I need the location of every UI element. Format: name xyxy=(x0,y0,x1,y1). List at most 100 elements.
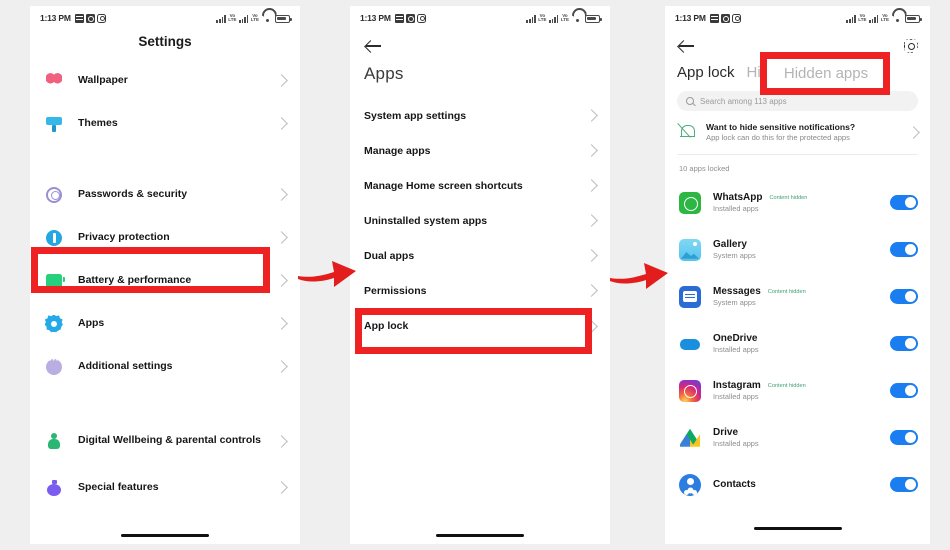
settings-gear-icon[interactable] xyxy=(904,39,918,53)
home-indicator[interactable] xyxy=(30,534,300,537)
chevron-right-icon xyxy=(275,481,288,494)
app-lock-toggle[interactable] xyxy=(890,430,918,446)
list-item-whatsapp[interactable]: WhatsApp Content hidden Installed apps xyxy=(665,179,930,226)
digital-wellbeing-icon xyxy=(46,433,62,449)
list-item-label: Permissions xyxy=(364,284,427,297)
volte-icon: Vo LTE xyxy=(228,12,237,22)
chevron-right-icon xyxy=(585,109,598,122)
signal-icon xyxy=(238,14,249,23)
app-category: Installed apps xyxy=(713,345,759,355)
flow-arrow-2 xyxy=(610,263,668,289)
status-time: 1:13 PM xyxy=(360,13,391,23)
sidebar-item-digital-wellbeing[interactable]: Digital Wellbeing & parental controls xyxy=(30,416,300,466)
sms-icon xyxy=(74,13,84,23)
list-item-onedrive[interactable]: OneDrive Installed apps xyxy=(665,320,930,367)
instagram-icon xyxy=(731,13,741,23)
volte-icon: Vo LTE xyxy=(560,12,569,22)
app-lock-toggle[interactable] xyxy=(890,242,918,258)
list-item-label: Dual apps xyxy=(364,249,415,262)
list-item-system-app-settings[interactable]: System app settings xyxy=(350,98,610,133)
list-item-label: Manage Home screen shortcuts xyxy=(364,179,523,192)
additional-settings-icon xyxy=(46,355,62,375)
status-time: 1:13 PM xyxy=(40,13,71,23)
chevron-right-icon xyxy=(275,274,288,287)
tab-hidden-apps-highlighted[interactable]: Hidden apps xyxy=(770,59,882,87)
privacy-protection-icon xyxy=(46,229,62,246)
app-lock-toggle[interactable] xyxy=(890,289,918,305)
back-arrow-icon[interactable] xyxy=(677,36,697,56)
locked-apps-count: 10 apps locked xyxy=(679,164,730,174)
sidebar-item-special-features[interactable]: Special features xyxy=(30,466,300,509)
search-placeholder: Search among 113 apps xyxy=(700,96,787,106)
app-category: Installed apps xyxy=(713,439,759,449)
home-indicator[interactable] xyxy=(665,527,930,530)
list-item-drive[interactable]: Drive Installed apps xyxy=(665,414,930,461)
sidebar-item-label: Additional settings xyxy=(78,359,173,372)
list-item-instagram[interactable]: Instagram Content hidden Installed apps xyxy=(665,367,930,414)
app-category: Installed apps xyxy=(713,392,759,402)
home-indicator[interactable] xyxy=(350,534,610,537)
signal-icon xyxy=(216,14,226,23)
list-item-contacts[interactable]: Contacts xyxy=(665,461,930,508)
camera-icon xyxy=(405,13,415,23)
status-bar-right: Vo LTE Vo LTE xyxy=(526,12,602,23)
list-item-manage-home-screen-shortcuts[interactable]: Manage Home screen shortcuts xyxy=(350,168,610,203)
sidebar-item-label: Special features xyxy=(78,480,159,493)
app-lock-toggle[interactable] xyxy=(890,195,918,211)
chevron-right-icon xyxy=(585,144,598,157)
chevron-right-icon xyxy=(585,284,598,297)
app-category: System apps xyxy=(713,298,756,308)
banner-title: Want to hide sensitive notifications? xyxy=(706,122,856,132)
flow-arrow-1 xyxy=(298,261,356,287)
sidebar-item-label: Digital Wellbeing & parental controls xyxy=(78,434,261,447)
sidebar-item-apps[interactable]: Apps xyxy=(30,302,300,345)
app-category: Installed apps xyxy=(713,204,759,214)
sidebar-item-themes[interactable]: Themes xyxy=(30,102,300,145)
drive-icon xyxy=(679,426,701,449)
camera-icon xyxy=(85,13,95,23)
sidebar-item-label: Passwords & security xyxy=(78,187,188,200)
sidebar-item-wallpaper[interactable]: Wallpaper xyxy=(30,59,300,102)
sidebar-item-label: Privacy protection xyxy=(78,230,170,243)
section-divider xyxy=(30,388,300,416)
list-item-dual-apps[interactable]: Dual apps xyxy=(350,238,610,273)
chevron-right-icon xyxy=(907,126,920,139)
highlight-box-apps xyxy=(31,247,270,293)
wallpaper-icon xyxy=(46,72,62,89)
status-bar-left: 1:13 PM xyxy=(360,13,426,23)
chevron-right-icon xyxy=(585,214,598,227)
gallery-icon xyxy=(679,238,701,261)
app-lock-toggle[interactable] xyxy=(890,477,918,493)
sensitive-notifications-banner[interactable]: Want to hide sensitive notifications? Ap… xyxy=(665,111,930,154)
instagram-icon xyxy=(416,13,426,23)
list-item-messages[interactable]: Messages Content hidden System apps xyxy=(665,273,930,320)
list-item-uninstalled-system-apps[interactable]: Uninstalled system apps xyxy=(350,203,610,238)
search-icon xyxy=(686,97,694,105)
app-name: Drive xyxy=(713,427,739,439)
wifi-icon xyxy=(892,14,903,23)
signal-icon xyxy=(846,14,856,23)
list-item-permissions[interactable]: Permissions xyxy=(350,273,610,308)
sidebar-item-passwords-security[interactable]: Passwords & security xyxy=(30,173,300,216)
tab-app-lock[interactable]: App lock xyxy=(677,64,735,81)
volte-icon: Vo LTE xyxy=(880,12,889,22)
wifi-icon xyxy=(262,14,273,23)
sidebar-item-additional-settings[interactable]: Additional settings xyxy=(30,345,300,388)
signal-icon xyxy=(868,14,879,23)
volte-icon: Vo LTE xyxy=(858,12,867,22)
list-item-manage-apps[interactable]: Manage apps xyxy=(350,133,610,168)
screenshot-stage: 1:13 PM Vo LTE Vo LTE Settings Wallpaper T… xyxy=(0,0,950,550)
chevron-right-icon xyxy=(275,231,288,244)
back-arrow-icon[interactable] xyxy=(364,36,384,56)
battery-icon xyxy=(905,14,922,23)
status-badge: Content hidden xyxy=(769,194,808,201)
instagram-icon xyxy=(679,379,701,402)
app-lock-toggle[interactable] xyxy=(890,383,918,399)
sidebar-item-mi-account[interactable]: ᴍɪ Mi Account Chetan Pujari xyxy=(30,537,300,544)
app-lock-toggle[interactable] xyxy=(890,336,918,352)
banner-subtitle: App lock can do this for the protected a… xyxy=(706,133,850,142)
volte-icon: Vo LTE xyxy=(250,12,259,22)
list-item-gallery[interactable]: Gallery System apps xyxy=(665,226,930,273)
sidebar-item-label: Themes xyxy=(78,116,118,129)
app-name: Messages xyxy=(713,286,761,298)
